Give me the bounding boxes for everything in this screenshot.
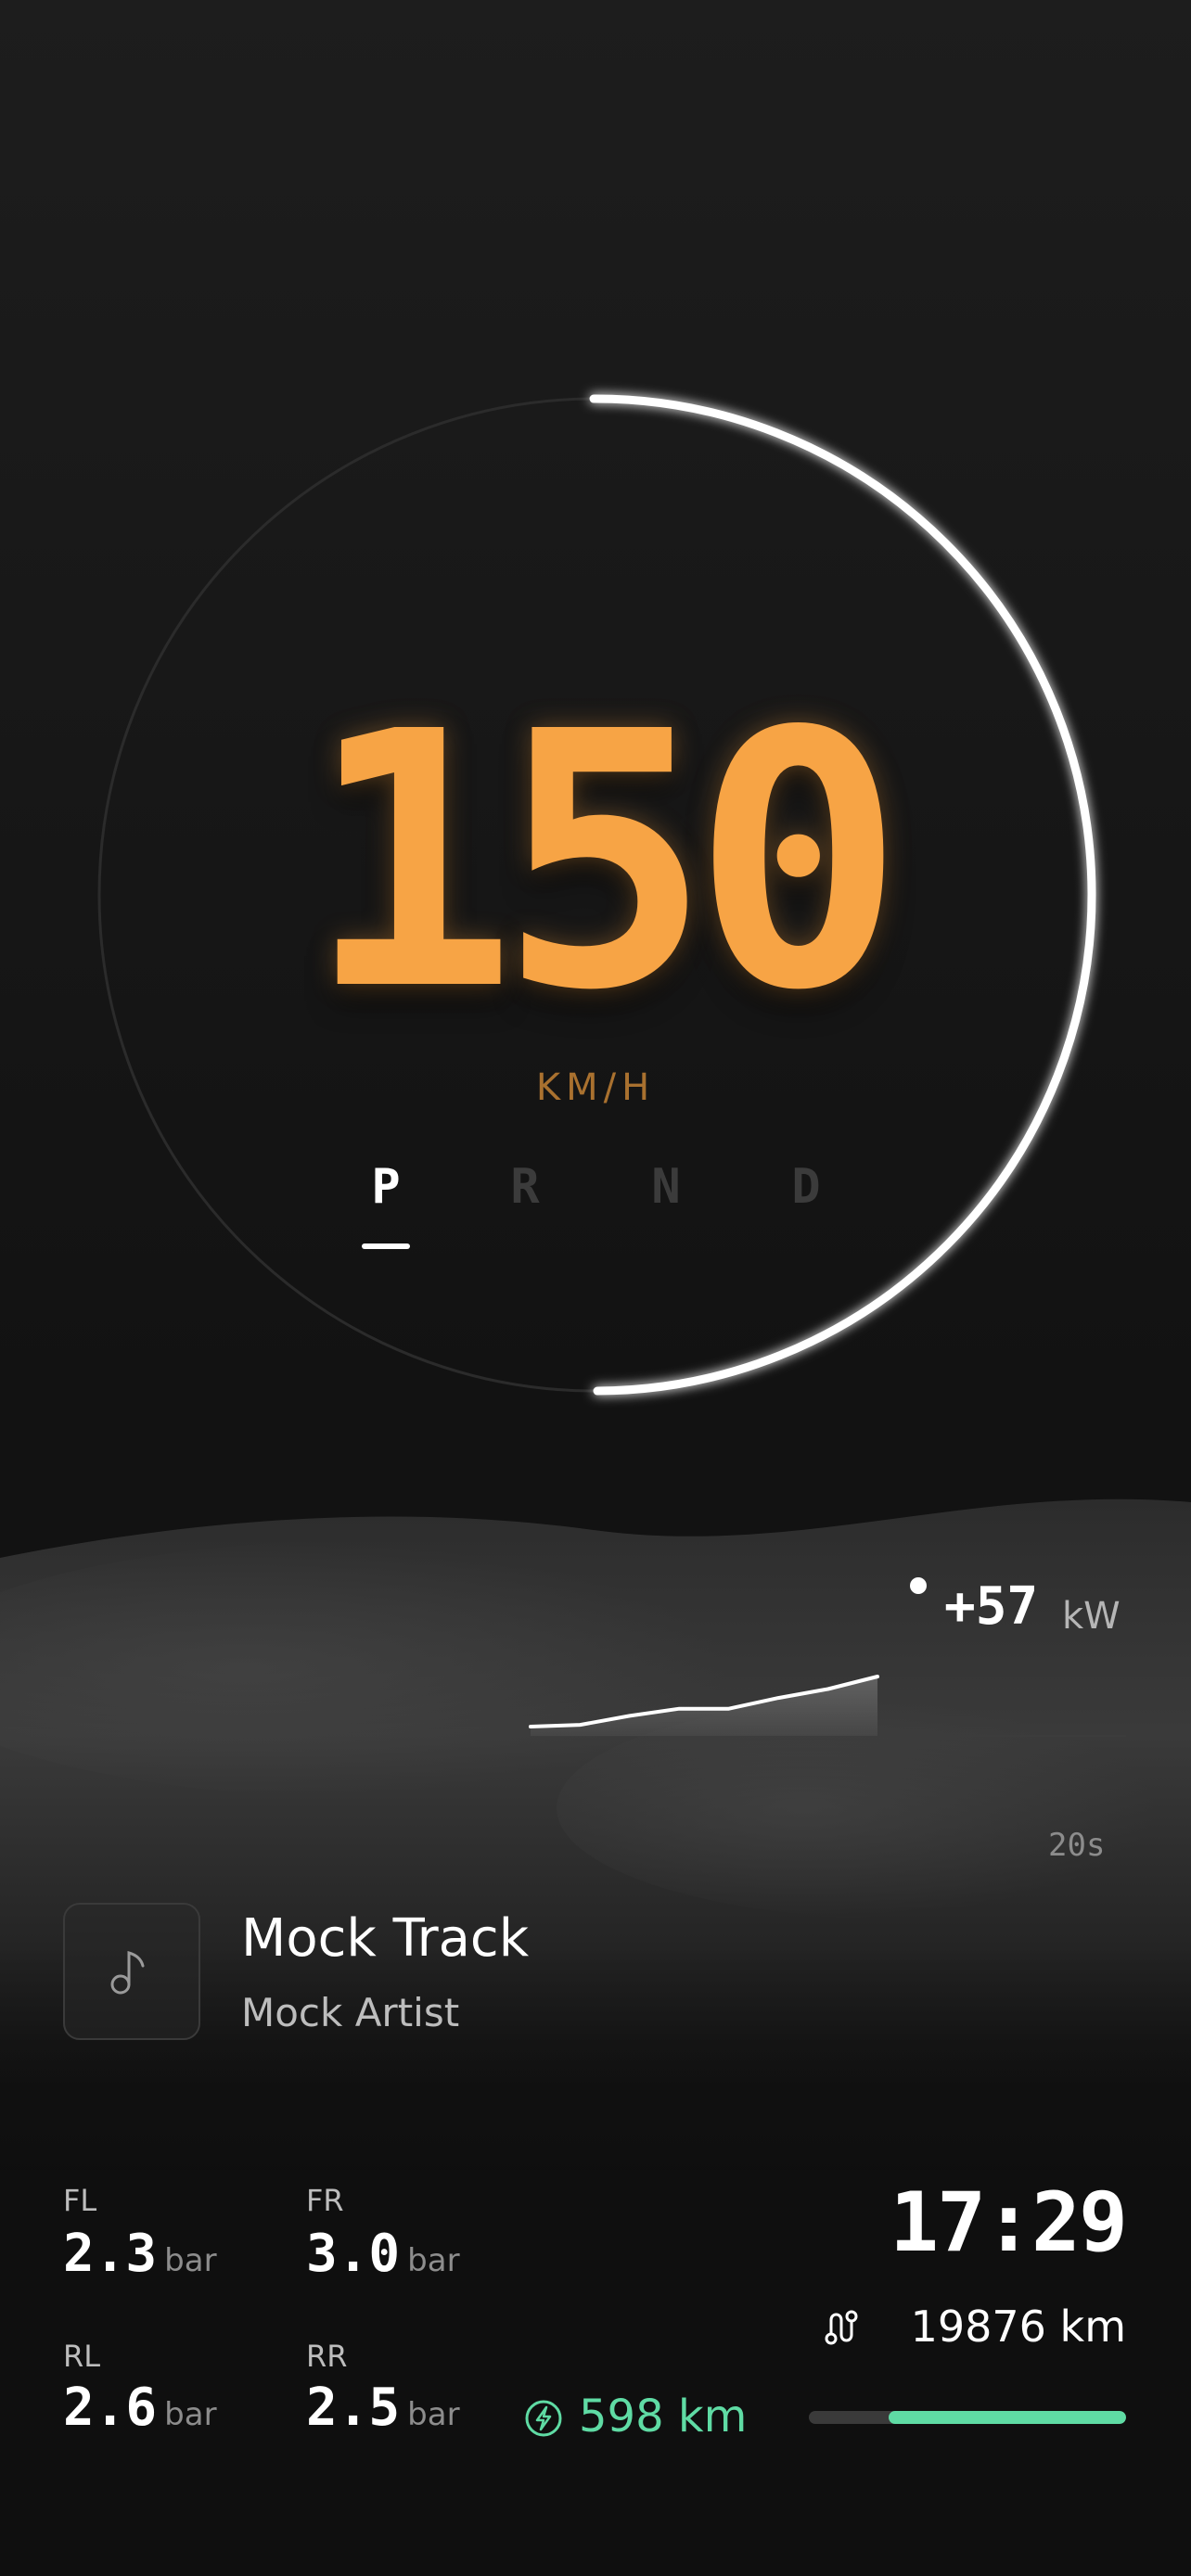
track-artist: Mock Artist bbox=[241, 1990, 460, 2035]
gear-d[interactable]: D bbox=[769, 1159, 843, 1215]
gear-p[interactable]: P bbox=[349, 1159, 423, 1215]
tire-rl-value: 2.6 bbox=[63, 2378, 158, 2438]
tire-rl-unit: bar bbox=[164, 2396, 217, 2433]
route-icon bbox=[825, 2310, 858, 2345]
power-unit: kW bbox=[1062, 1595, 1121, 1638]
album-art[interactable] bbox=[63, 1903, 200, 2040]
range-value: 598 km bbox=[579, 2391, 748, 2442]
tire-fr-value: 3.0 bbox=[306, 2224, 401, 2284]
tire-fl-pressure: 2.3 bar bbox=[63, 2224, 217, 2284]
track-title[interactable]: Mock Track bbox=[241, 1908, 529, 1969]
music-note-icon bbox=[110, 1951, 145, 1995]
tire-rl-pressure: 2.6 bar bbox=[63, 2378, 217, 2438]
tire-fr-unit: bar bbox=[407, 2242, 460, 2279]
speed-unit: KM/H bbox=[535, 1066, 656, 1109]
range-bar bbox=[809, 2411, 1126, 2424]
tire-rl-label: RL bbox=[63, 2339, 101, 2374]
tire-fl-unit: bar bbox=[164, 2242, 217, 2279]
tire-fr-pressure: 3.0 bar bbox=[306, 2224, 460, 2284]
clock: 17:29 bbox=[890, 2174, 1128, 2270]
gear-r[interactable]: R bbox=[488, 1159, 562, 1215]
tire-fr-label: FR bbox=[306, 2183, 344, 2218]
charge-icon bbox=[525, 2400, 562, 2437]
power-indicator-dot bbox=[910, 1577, 927, 1594]
tire-fl-value: 2.3 bbox=[63, 2224, 158, 2284]
tire-rr-pressure: 2.5 bar bbox=[306, 2378, 460, 2438]
gear-n[interactable]: N bbox=[629, 1159, 703, 1215]
power-time-window: 20s bbox=[1048, 1827, 1106, 1864]
tire-rr-value: 2.5 bbox=[306, 2378, 401, 2438]
tire-fl-label: FL bbox=[63, 2183, 97, 2218]
tire-rr-label: RR bbox=[306, 2339, 348, 2374]
power-value: +57 bbox=[944, 1576, 1039, 1637]
speed-value: 150 bbox=[304, 657, 904, 1067]
tire-rr-unit: bar bbox=[407, 2396, 460, 2433]
range-bar-fill bbox=[888, 2411, 1126, 2424]
odometer: 19876 km bbox=[910, 2302, 1126, 2352]
active-gear-indicator bbox=[362, 1243, 410, 1249]
